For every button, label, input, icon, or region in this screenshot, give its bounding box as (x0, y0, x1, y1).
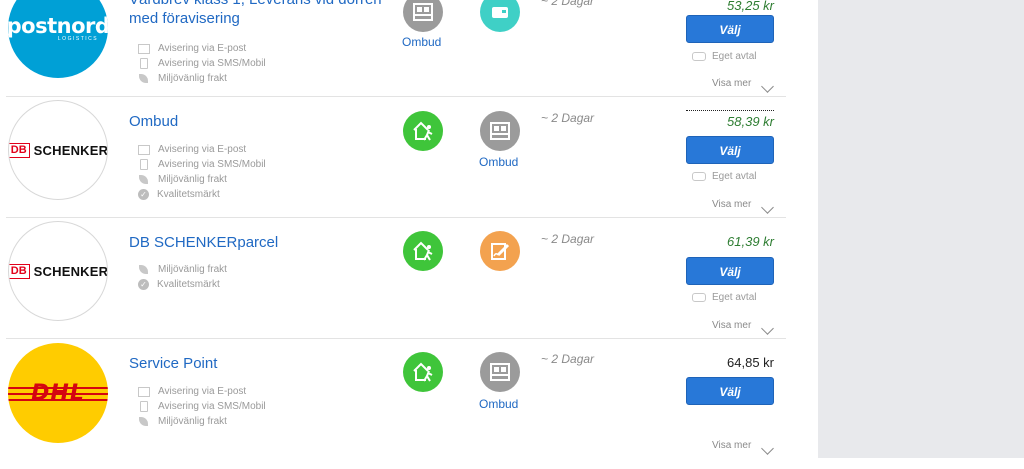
shipping-option-title[interactable]: Service Point (129, 354, 389, 373)
feature-list: Avisering via E-post Avisering via SMS/M… (138, 384, 266, 429)
feature-item: Avisering via E-post (138, 41, 266, 56)
shipping-option-row: DB SCHENKER Ombud Avisering via E-post Av… (6, 97, 786, 218)
dhl-logo: DHL (8, 343, 108, 443)
handshake-icon (692, 293, 706, 302)
feature-item: Avisering via SMS/Mobil (138, 56, 266, 71)
show-more-link[interactable]: Visa mer (712, 199, 751, 210)
envelope-icon (138, 386, 150, 397)
show-more-link[interactable]: Visa mer (712, 78, 751, 89)
delivery-time: ~ 2 Dagar (541, 232, 595, 246)
chevron-down-icon[interactable] (761, 80, 774, 93)
delivery-time: ~ 2 Dagar (541, 111, 595, 125)
feature-item: Avisering via SMS/Mobil (138, 399, 266, 414)
show-more-link[interactable]: Visa mer (712, 320, 751, 331)
feature-item: Miljövänlig frakt (138, 414, 266, 429)
envelope-icon (138, 43, 150, 54)
db-schenker-logo: DB SCHENKER (8, 221, 108, 321)
mobile-icon (140, 58, 148, 69)
price: 64,85 kr (727, 355, 774, 370)
chevron-down-icon[interactable] (761, 442, 774, 455)
feature-item: ✓ Kvalitetsmärkt (138, 187, 266, 202)
delivery-point-label: Ombud (402, 35, 442, 49)
chevron-down-icon[interactable] (761, 322, 774, 335)
walk-in-icon (403, 352, 443, 392)
own-agreement[interactable]: Eget avtal (692, 51, 756, 62)
select-button[interactable]: Välj (686, 377, 774, 405)
walk-in-icon (403, 111, 443, 151)
feature-list: Avisering via E-post Avisering via SMS/M… (138, 142, 266, 202)
db-schenker-logo: DB SCHENKER (8, 100, 108, 200)
shipping-option-row: DHL Service Point Avisering via E-post A… (6, 339, 786, 469)
postnord-logo: postnord LOGISTICS (8, 0, 108, 78)
mobile-icon (140, 159, 148, 170)
delivery-time: ~ 2 Dagar (541, 352, 595, 366)
leaf-icon (139, 265, 148, 274)
shipping-option-row: postnord LOGISTICS Värdbrev klass 1, Lev… (6, 0, 786, 97)
mobile-icon (140, 401, 148, 412)
store-icon (480, 111, 520, 151)
own-agreement[interactable]: Eget avtal (692, 292, 756, 303)
shipping-option-row: DB SCHENKER DB SCHENKERparcel Miljövänlig… (6, 218, 786, 339)
envelope-icon (138, 144, 150, 155)
select-button[interactable]: Välj (686, 136, 774, 164)
price: 61,39 kr (727, 234, 774, 249)
shipping-option-title[interactable]: DB SCHENKERparcel (129, 233, 389, 252)
shipping-option-title[interactable]: Värdbrev klass 1, Leverans vid dörren me… (129, 0, 389, 28)
checkmark-icon: ✓ (138, 189, 149, 200)
price: 58,39 kr (686, 110, 774, 129)
shipping-option-title[interactable]: Ombud (129, 112, 389, 131)
feature-list: Avisering via E-post Avisering via SMS/M… (138, 41, 266, 86)
feature-item: Miljövänlig frakt (138, 71, 266, 86)
feature-item: Avisering via SMS/Mobil (138, 157, 266, 172)
select-button[interactable]: Välj (686, 15, 774, 43)
right-sidebar (818, 0, 1024, 458)
own-agreement[interactable]: Eget avtal (692, 171, 756, 182)
delivery-point-label: Ombud (479, 397, 519, 411)
signature-icon (480, 231, 520, 271)
delivery-time: ~ 2 Dagar (541, 0, 595, 8)
leaf-icon (139, 74, 148, 83)
walk-in-icon (403, 231, 443, 271)
feature-list: Miljövänlig frakt ✓ Kvalitetsmärkt (138, 262, 227, 292)
feature-item: Avisering via E-post (138, 384, 266, 399)
feature-item: ✓ Kvalitetsmärkt (138, 277, 227, 292)
select-button[interactable]: Välj (686, 257, 774, 285)
store-icon (480, 352, 520, 392)
chevron-down-icon[interactable] (761, 201, 774, 214)
handshake-icon (692, 52, 706, 61)
price: 53,25 kr (727, 0, 774, 13)
delivery-point-label: Ombud (479, 155, 519, 169)
door-delivery-icon (480, 0, 520, 32)
checkmark-icon: ✓ (138, 279, 149, 290)
feature-item: Avisering via E-post (138, 142, 266, 157)
feature-item: Miljövänlig frakt (138, 172, 266, 187)
shipping-options-list: postnord LOGISTICS Värdbrev klass 1, Lev… (0, 0, 786, 458)
handshake-icon (692, 172, 706, 181)
leaf-icon (139, 417, 148, 426)
feature-item: Miljövänlig frakt (138, 262, 227, 277)
store-icon (403, 0, 443, 32)
leaf-icon (139, 175, 148, 184)
show-more-link[interactable]: Visa mer (712, 440, 751, 451)
